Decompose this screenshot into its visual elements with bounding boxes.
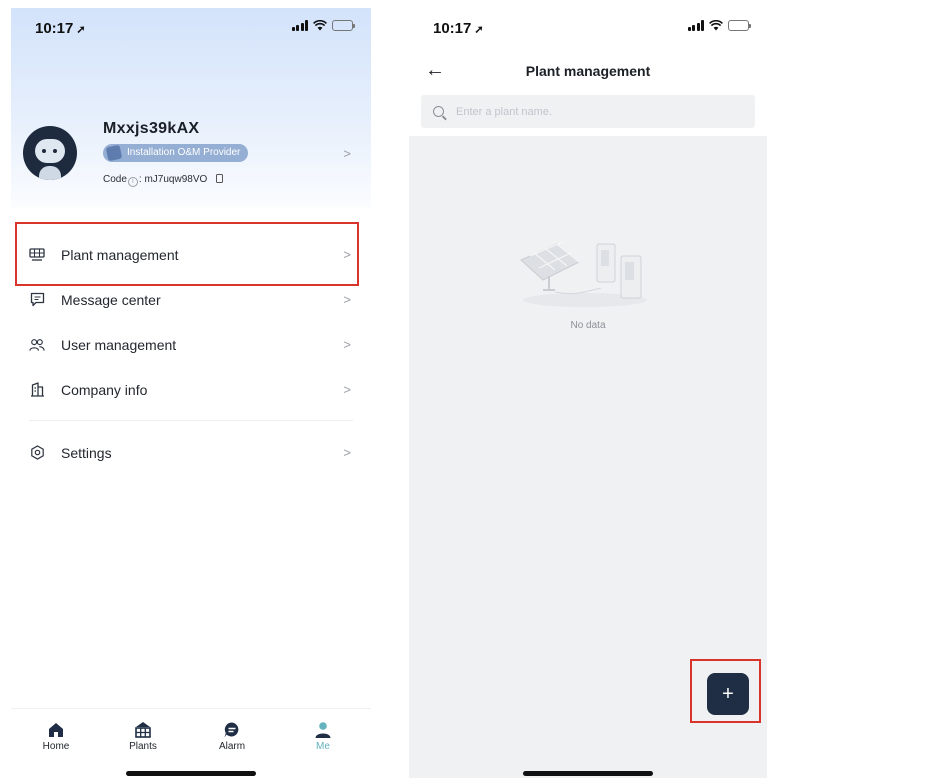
menu-item-settings[interactable]: Settings > bbox=[11, 430, 371, 475]
message-icon bbox=[29, 292, 45, 308]
code-value: mJ7uqw98VO bbox=[144, 174, 208, 185]
robot-face-icon bbox=[35, 139, 65, 163]
bottom-tab-bar: Home Plants Alarm Me bbox=[11, 708, 371, 778]
chevron-right-icon: > bbox=[343, 292, 351, 307]
profile-chevron-icon[interactable]: > bbox=[343, 146, 351, 161]
alarm-icon bbox=[223, 721, 241, 739]
role-badge-icon bbox=[105, 144, 123, 162]
chevron-right-icon: > bbox=[343, 247, 351, 262]
page-title: Plant management bbox=[525, 63, 651, 79]
avatar[interactable] bbox=[23, 126, 77, 180]
me-screen: 10:17 ➚ Mxxjs39kAX Installation O&M Provi… bbox=[11, 8, 371, 778]
tab-plants[interactable]: Plants bbox=[118, 721, 168, 752]
chevron-right-icon: > bbox=[343, 337, 351, 352]
person-icon bbox=[314, 721, 332, 739]
status-time: 10:17 ➚ bbox=[433, 20, 484, 37]
status-bar: 10:17 ➚ bbox=[11, 8, 371, 44]
battery-icon bbox=[728, 20, 751, 31]
role-badge: Installation O&M Provider bbox=[103, 144, 249, 162]
info-icon[interactable]: i bbox=[127, 177, 138, 187]
location-arrow-icon: ➚ bbox=[474, 24, 484, 36]
location-arrow-icon: ➚ bbox=[76, 24, 86, 36]
user-code: Code i: mJ7uqw98VO bbox=[103, 174, 224, 187]
home-indicator bbox=[523, 771, 653, 776]
settings-icon bbox=[29, 445, 45, 461]
plant-management-screen: 10:17➚ ← Plant management No data + bbox=[409, 8, 767, 778]
system-indicators bbox=[291, 20, 355, 31]
users-icon bbox=[29, 337, 45, 353]
username: Mxxjs39kAX bbox=[103, 120, 200, 137]
search-bar bbox=[421, 95, 755, 128]
search-input[interactable] bbox=[456, 105, 716, 118]
cellular-signal-icon bbox=[687, 20, 704, 31]
system-indicators bbox=[687, 20, 751, 31]
menu-item-plant-management[interactable]: Plant management > bbox=[11, 232, 371, 277]
status-bar: 10:17 ➚ bbox=[409, 8, 767, 44]
empty-state-illustration bbox=[520, 240, 647, 307]
tab-alarm[interactable]: Alarm bbox=[207, 721, 257, 752]
chevron-right-icon: > bbox=[343, 382, 351, 397]
plant-icon bbox=[29, 247, 45, 263]
menu-label: Plant management bbox=[61, 246, 179, 263]
menu-label: Company info bbox=[61, 381, 148, 398]
menu-label: Settings bbox=[61, 444, 112, 461]
menu-item-company-info[interactable]: Company info > bbox=[11, 367, 371, 412]
menu-divider bbox=[29, 420, 353, 421]
tab-me[interactable]: Me bbox=[298, 721, 348, 752]
plants-icon bbox=[134, 721, 152, 739]
home-indicator bbox=[126, 771, 256, 776]
add-plant-button[interactable]: + bbox=[707, 673, 749, 715]
tab-home[interactable]: Home bbox=[31, 721, 81, 752]
empty-state-text: No data bbox=[570, 320, 606, 331]
menu-item-message-center[interactable]: Message center > bbox=[11, 277, 371, 322]
wifi-icon bbox=[709, 20, 723, 31]
battery-icon bbox=[332, 20, 355, 31]
building-icon bbox=[29, 382, 45, 398]
chevron-right-icon: > bbox=[343, 445, 351, 460]
status-time: 10:17 ➚ bbox=[35, 20, 86, 37]
menu-item-user-management[interactable]: User management > bbox=[11, 322, 371, 367]
wifi-icon bbox=[313, 20, 327, 31]
home-icon bbox=[47, 721, 65, 739]
menu-label: User management bbox=[61, 336, 177, 353]
menu-label: Message center bbox=[61, 291, 161, 308]
cellular-signal-icon bbox=[291, 20, 308, 31]
search-icon bbox=[433, 106, 444, 117]
copy-icon[interactable] bbox=[216, 174, 224, 183]
